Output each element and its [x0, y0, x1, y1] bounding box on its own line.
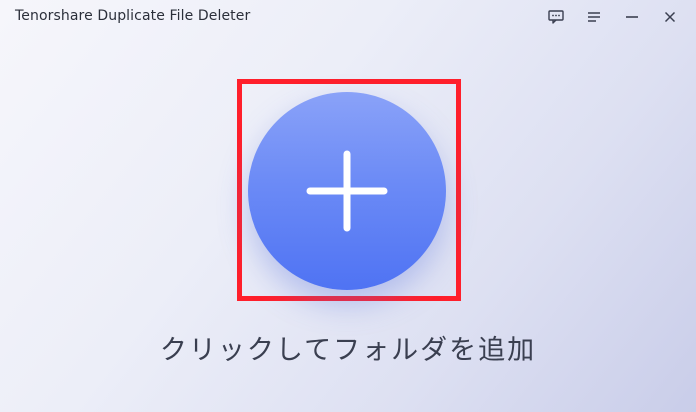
minimize-icon	[626, 16, 638, 18]
window-title: Tenorshare Duplicate File Deleter	[15, 8, 251, 24]
menu-icon	[588, 12, 600, 22]
menu-button[interactable]	[578, 4, 610, 30]
plus-icon	[306, 150, 388, 232]
feedback-icon	[548, 10, 564, 24]
add-folder-button[interactable]	[248, 92, 446, 290]
close-button[interactable]	[654, 4, 686, 30]
feedback-button[interactable]	[540, 4, 572, 30]
minimize-button[interactable]	[616, 4, 648, 30]
close-icon	[664, 11, 676, 23]
app-window: Tenorshare Duplicate File Deleter クリックして…	[0, 0, 696, 412]
add-folder-prompt[interactable]: クリックしてフォルダを追加	[0, 328, 696, 367]
window-controls	[540, 4, 686, 30]
